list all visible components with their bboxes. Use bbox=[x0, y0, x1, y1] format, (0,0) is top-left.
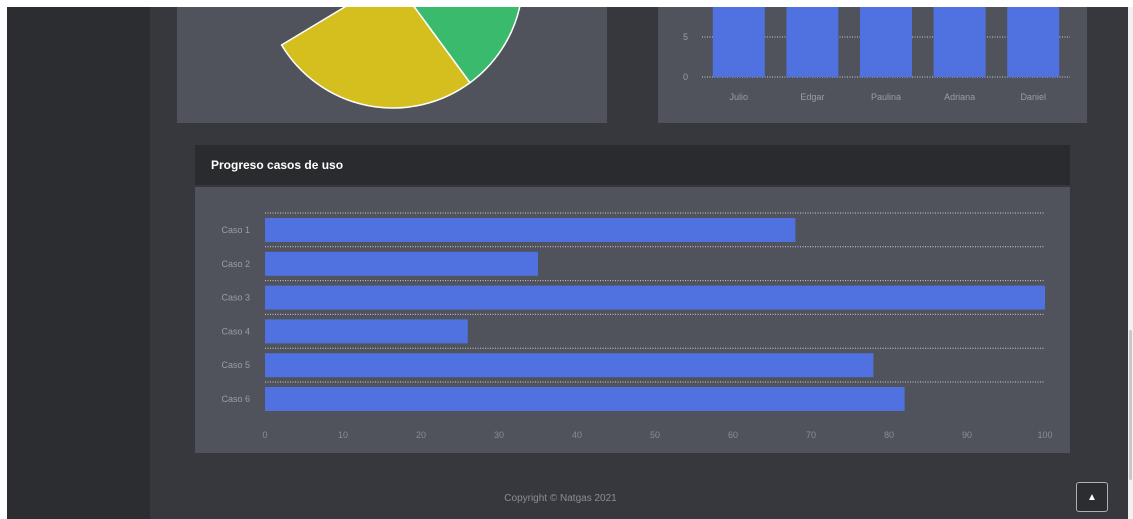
bar-x-tick-label: Paulina bbox=[871, 92, 901, 102]
bar-x-tick-label: Daniel bbox=[1020, 92, 1046, 102]
hbar-caso-5[interactable] bbox=[265, 353, 874, 378]
hbar-x-tick-label: 60 bbox=[728, 430, 738, 440]
hbar-y-tick-label: Caso 4 bbox=[221, 326, 250, 336]
pie-chart-card bbox=[177, 7, 607, 123]
bar-x-tick-label: Adriana bbox=[944, 92, 975, 102]
horizontal-bar-chart: Caso 1 Caso 2 Caso 3 Caso 4 Caso 5 Caso 6 0 10 2… bbox=[221, 212, 1053, 440]
hbar-caso-6[interactable] bbox=[265, 387, 905, 411]
scroll-to-top-button[interactable]: ▲ bbox=[1076, 482, 1108, 512]
hbar-x-tick-label: 70 bbox=[806, 430, 816, 440]
footer-copyright: Copyright © Natgas 2021 bbox=[504, 493, 617, 504]
hbar-caso-3[interactable] bbox=[265, 285, 1045, 310]
scrollbar-thumb[interactable] bbox=[1129, 330, 1132, 480]
hbar-x-tick-label: 0 bbox=[262, 430, 267, 440]
bar-julio[interactable] bbox=[712, 7, 765, 77]
hbar-caso-2[interactable] bbox=[265, 251, 538, 276]
hbar-x-tick-label: 50 bbox=[650, 430, 660, 440]
hbar-x-tick-label: 30 bbox=[494, 430, 504, 440]
hbar-x-tick-label: 100 bbox=[1037, 430, 1052, 440]
hbar-caso-4[interactable] bbox=[265, 319, 468, 344]
hbar-y-tick-label: Caso 2 bbox=[221, 259, 250, 269]
bar-paulina[interactable] bbox=[860, 7, 912, 77]
pie-chart bbox=[280, 7, 521, 109]
hbar-y-tick-label: Caso 6 bbox=[221, 394, 250, 404]
progress-card-title: Progreso casos de uso bbox=[211, 158, 344, 172]
hbar-caso-1[interactable] bbox=[265, 218, 796, 242]
hbar-y-tick-label: Caso 1 bbox=[221, 225, 250, 235]
sidebar bbox=[7, 7, 150, 519]
hbar-x-tick-label: 90 bbox=[962, 430, 972, 440]
hbar-x-tick-label: 40 bbox=[572, 430, 582, 440]
hbar-x-tick-label: 20 bbox=[416, 430, 426, 440]
hbar-x-tick-label: 10 bbox=[338, 430, 348, 440]
bar-adriana[interactable] bbox=[933, 7, 986, 77]
bar-edgar[interactable] bbox=[786, 7, 839, 77]
progress-card-header: Progreso casos de uso bbox=[195, 145, 1070, 185]
progress-card-body: Caso 1 Caso 2 Caso 3 Caso 4 Caso 5 Caso 6 0 10 2… bbox=[195, 187, 1070, 453]
hbar-y-tick-label: Caso 3 bbox=[221, 293, 250, 303]
chevron-up-icon: ▲ bbox=[1087, 491, 1097, 503]
vertical-bar-chart: 0 5 Julio Edgar Paulina Adriana Daniel bbox=[683, 7, 1070, 102]
bar-x-tick-label: Julio bbox=[730, 92, 749, 102]
bar-y-tick-label: 5 bbox=[683, 32, 688, 42]
hbar-x-tick-label: 80 bbox=[884, 430, 894, 440]
bar-y-tick-label: 0 bbox=[683, 72, 688, 82]
bar-chart-card: 0 5 Julio Edgar Paulina Adriana Daniel bbox=[658, 7, 1087, 123]
hbar-y-tick-label: Caso 5 bbox=[221, 360, 250, 370]
bar-x-tick-label: Edgar bbox=[800, 92, 824, 102]
bar-daniel[interactable] bbox=[1007, 7, 1060, 77]
